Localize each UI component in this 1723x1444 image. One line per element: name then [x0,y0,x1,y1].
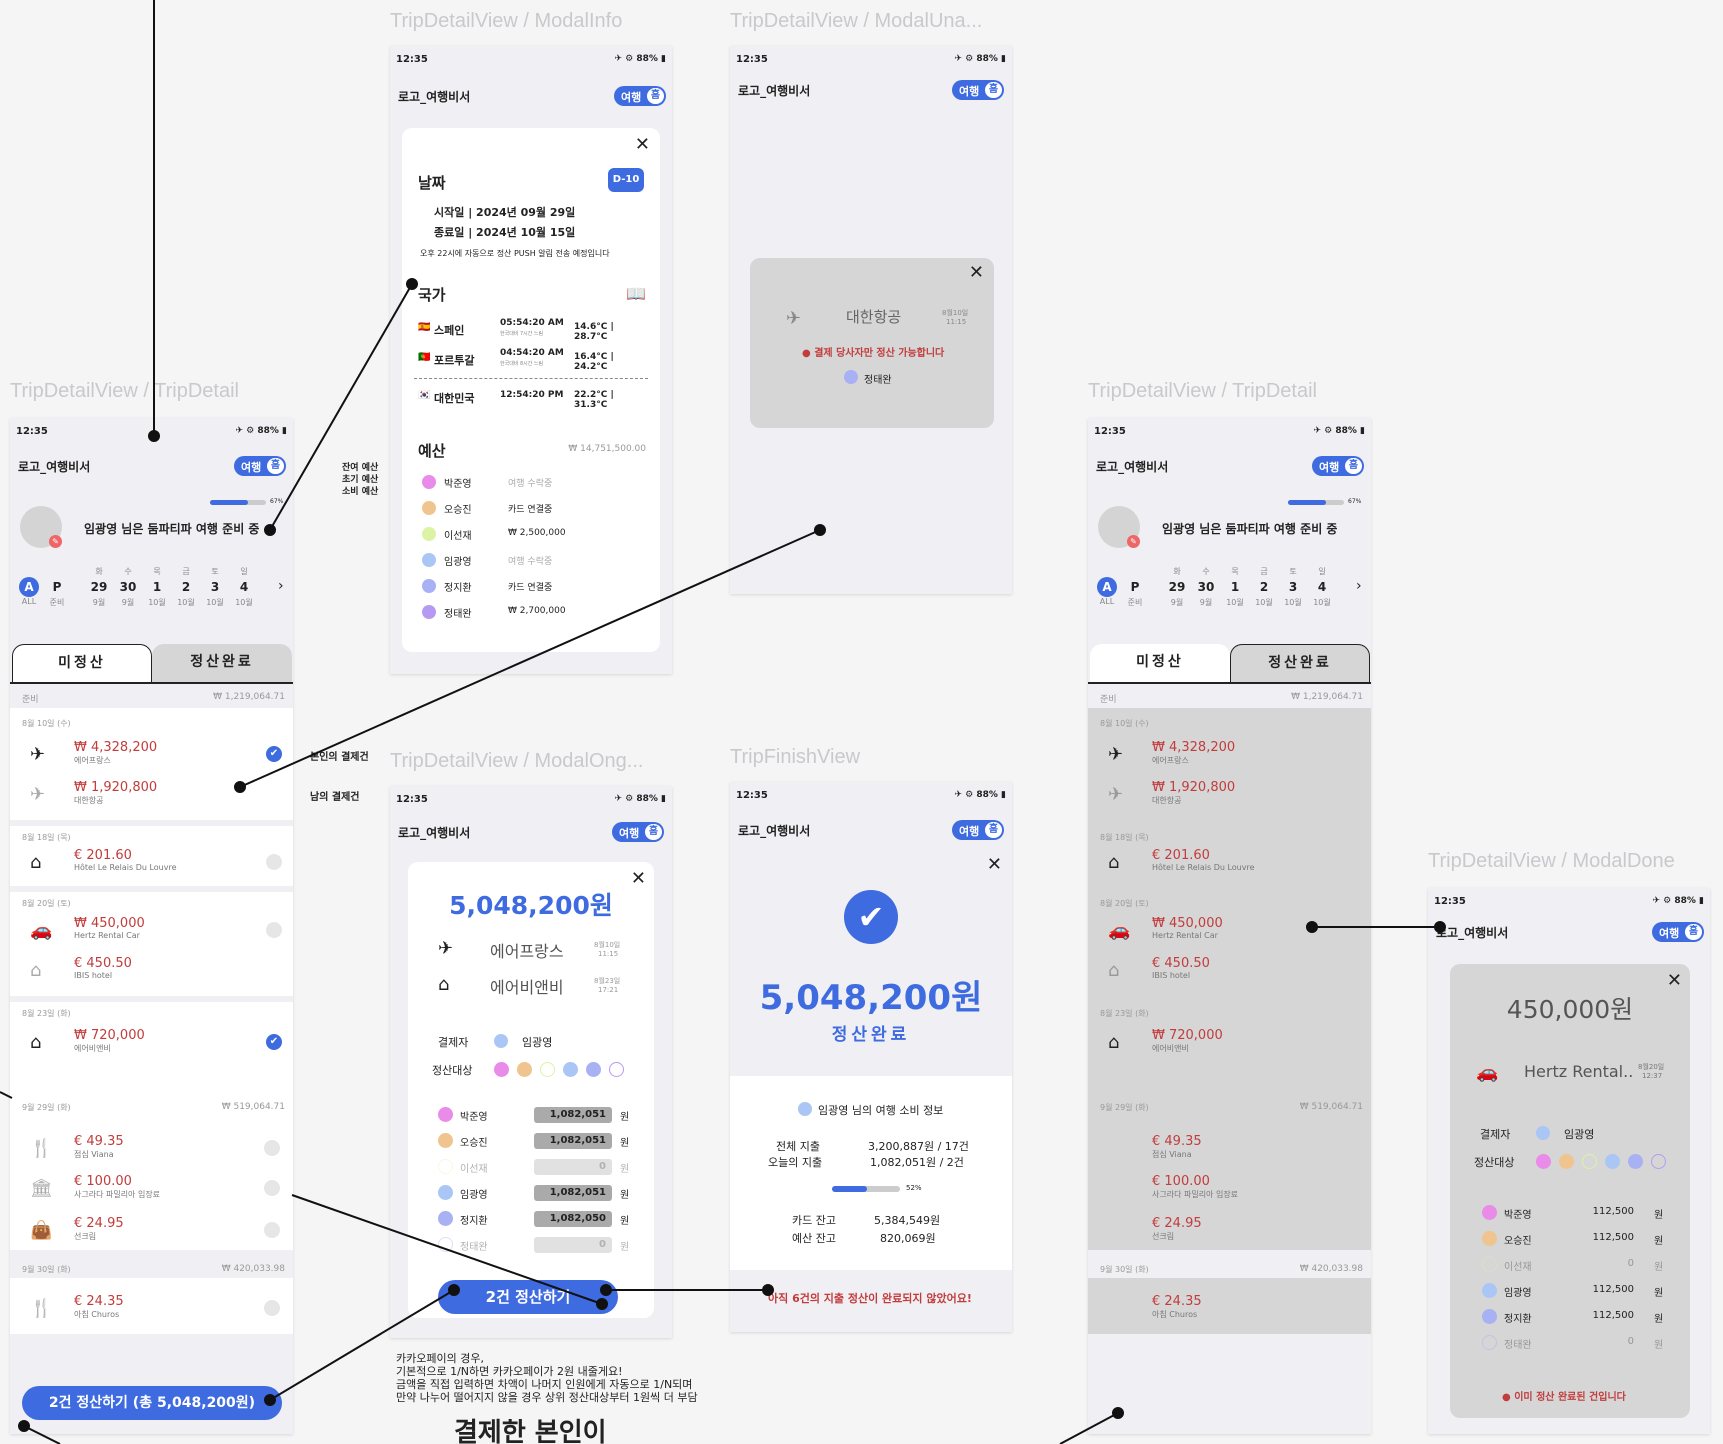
connector-dot [1112,1407,1124,1419]
connector-dot [596,1298,608,1310]
connector-line [269,283,413,531]
connector-dot [762,1284,774,1296]
connector-line [0,1091,13,1099]
connector-line [239,529,821,788]
connector-dot [234,781,246,793]
connector-dot [406,278,418,290]
connector-dot [264,1394,276,1406]
flow-connectors [0,0,1446,1444]
connector-dot [148,430,160,442]
connector-line [291,1194,603,1305]
connector-dot [1306,921,1318,933]
connector-dot [1434,921,1446,933]
connector-dot [18,1420,30,1432]
connector-dot [600,1284,612,1296]
connector-line [23,1425,61,1444]
connector-line [1059,1412,1119,1444]
connector-dot [264,524,276,536]
connector-dot [448,1284,460,1296]
connector-dot [814,524,826,536]
connector-line [269,1289,455,1401]
